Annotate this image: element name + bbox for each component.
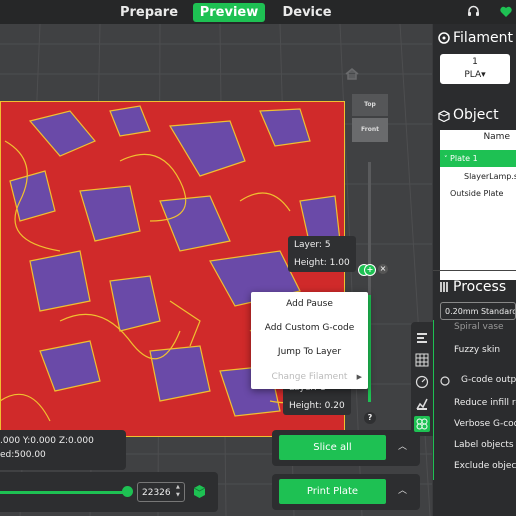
move-slider-knob[interactable] bbox=[122, 486, 133, 497]
add-marker-plus-icon[interactable]: + bbox=[364, 264, 376, 276]
menu-item-add-pause[interactable]: Add Pause bbox=[251, 292, 368, 316]
object-column-header[interactable]: Name bbox=[440, 130, 516, 144]
spin-arrows-icon[interactable]: ▲ ▼ bbox=[176, 483, 180, 499]
layers-bars-icon[interactable] bbox=[414, 330, 430, 346]
layer-top-label: Layer: 5 bbox=[294, 240, 331, 250]
slice-all-box: Slice all ︿ bbox=[272, 430, 420, 466]
option-gcode-output[interactable]: G-code output bbox=[461, 375, 516, 385]
filament-title: Filament bbox=[453, 30, 514, 46]
preview-viewport[interactable]: Top Front Layer: 5 Height: 1.00 + × Laye… bbox=[0, 24, 432, 516]
object-list: ˅ Plate 1 SlayerLamp.s Outside Plate bbox=[440, 144, 516, 280]
move-slider-bar: 22326 ▲ ▼ bbox=[0, 472, 218, 512]
process-options-list: Spiral vase Fuzzy skin G-code output Red… bbox=[433, 320, 516, 480]
gcode-output-icon bbox=[440, 376, 450, 386]
object-cube-icon bbox=[438, 110, 450, 122]
home-icon[interactable] bbox=[345, 68, 359, 80]
submenu-arrow-icon: ▶ bbox=[356, 373, 362, 381]
option-label-objects[interactable]: Label objects bbox=[454, 440, 514, 450]
option-spiral-vase[interactable]: Spiral vase bbox=[454, 322, 504, 332]
option-fuzzy-skin[interactable]: Fuzzy skin bbox=[454, 345, 500, 355]
view-cube[interactable]: Top Front bbox=[352, 94, 388, 146]
expand-chevron-icon[interactable]: ˅ bbox=[444, 155, 448, 163]
layer-bottom-height: Height: 0.20 bbox=[289, 401, 345, 411]
print-plate-button[interactable]: Print Plate bbox=[279, 479, 386, 504]
heart-shield-icon[interactable] bbox=[500, 5, 512, 18]
filament-slot-number: 1 bbox=[472, 57, 478, 67]
layer-context-menu: Add Pause Add Custom G-code Jump To Laye… bbox=[251, 292, 368, 389]
cube-icon[interactable] bbox=[194, 485, 205, 498]
support-paint-icon[interactable] bbox=[414, 396, 430, 412]
slice-all-button[interactable]: Slice all bbox=[279, 435, 386, 460]
layer-top-tooltip: Layer: 5 Height: 1.00 bbox=[288, 236, 356, 272]
tab-prepare[interactable]: Prepare bbox=[118, 3, 180, 22]
layer-slider-track[interactable] bbox=[368, 162, 371, 402]
print-options-chevron-icon[interactable]: ︿ bbox=[398, 483, 407, 496]
menu-item-add-custom-gcode[interactable]: Add Custom G-code bbox=[251, 316, 368, 340]
layer-slider-range bbox=[368, 295, 371, 402]
slice-options-chevron-icon[interactable]: ︿ bbox=[398, 439, 407, 452]
layer-top-height: Height: 1.00 bbox=[294, 258, 350, 268]
object-row-model[interactable]: SlayerLamp.s bbox=[440, 168, 516, 185]
process-preset-dropdown[interactable]: 0.20mm Standard bbox=[440, 302, 516, 320]
coords-line-2: ed:500.00 bbox=[0, 450, 46, 460]
help-button[interactable]: ? bbox=[364, 412, 376, 424]
grid-icon[interactable] bbox=[414, 352, 430, 368]
headset-icon[interactable] bbox=[467, 5, 480, 18]
close-x-icon[interactable]: × bbox=[378, 264, 388, 274]
view-cube-top[interactable]: Top bbox=[352, 94, 388, 116]
move-slider-track[interactable] bbox=[0, 491, 128, 494]
filament-type: PLA▾ bbox=[464, 70, 486, 80]
object-title: Object bbox=[453, 107, 499, 123]
option-reduce-infill[interactable]: Reduce infill re bbox=[454, 398, 516, 408]
object-row-outside[interactable]: Outside Plate bbox=[440, 185, 516, 202]
object-row-label: Plate 1 bbox=[450, 154, 478, 163]
print-plate-box: Print Plate ︿ bbox=[272, 474, 420, 510]
speed-gauge-icon[interactable] bbox=[414, 374, 430, 390]
coordinates-readout: .000 Y:0.000 Z:0.000 ed:500.00 bbox=[0, 430, 126, 470]
filament-slot-selector[interactable]: 1 PLA▾ bbox=[440, 54, 510, 84]
option-verbose-gcode[interactable]: Verbose G-code bbox=[454, 419, 516, 429]
process-sliders-icon bbox=[440, 282, 448, 292]
process-title: Process bbox=[453, 279, 507, 295]
multi-color-icon[interactable] bbox=[414, 416, 430, 432]
option-exclude-object[interactable]: Exclude object bbox=[454, 461, 516, 471]
view-cube-front[interactable]: Front bbox=[352, 118, 388, 142]
panel-divider bbox=[433, 270, 516, 271]
filament-icon bbox=[438, 32, 450, 44]
menu-item-jump-to-layer[interactable]: Jump To Layer bbox=[251, 340, 368, 364]
view-tools-strip bbox=[411, 322, 433, 436]
coords-line-1: .000 Y:0.000 Z:0.000 bbox=[0, 436, 94, 446]
top-bar: Prepare Preview Device bbox=[0, 0, 516, 24]
object-row-plate[interactable]: ˅ Plate 1 bbox=[440, 150, 516, 167]
tab-preview[interactable]: Preview bbox=[193, 3, 265, 22]
tab-device[interactable]: Device bbox=[280, 3, 334, 22]
menu-item-change-filament[interactable]: Change Filament ▶ bbox=[251, 365, 368, 389]
change-filament-label: Change Filament bbox=[271, 372, 348, 382]
